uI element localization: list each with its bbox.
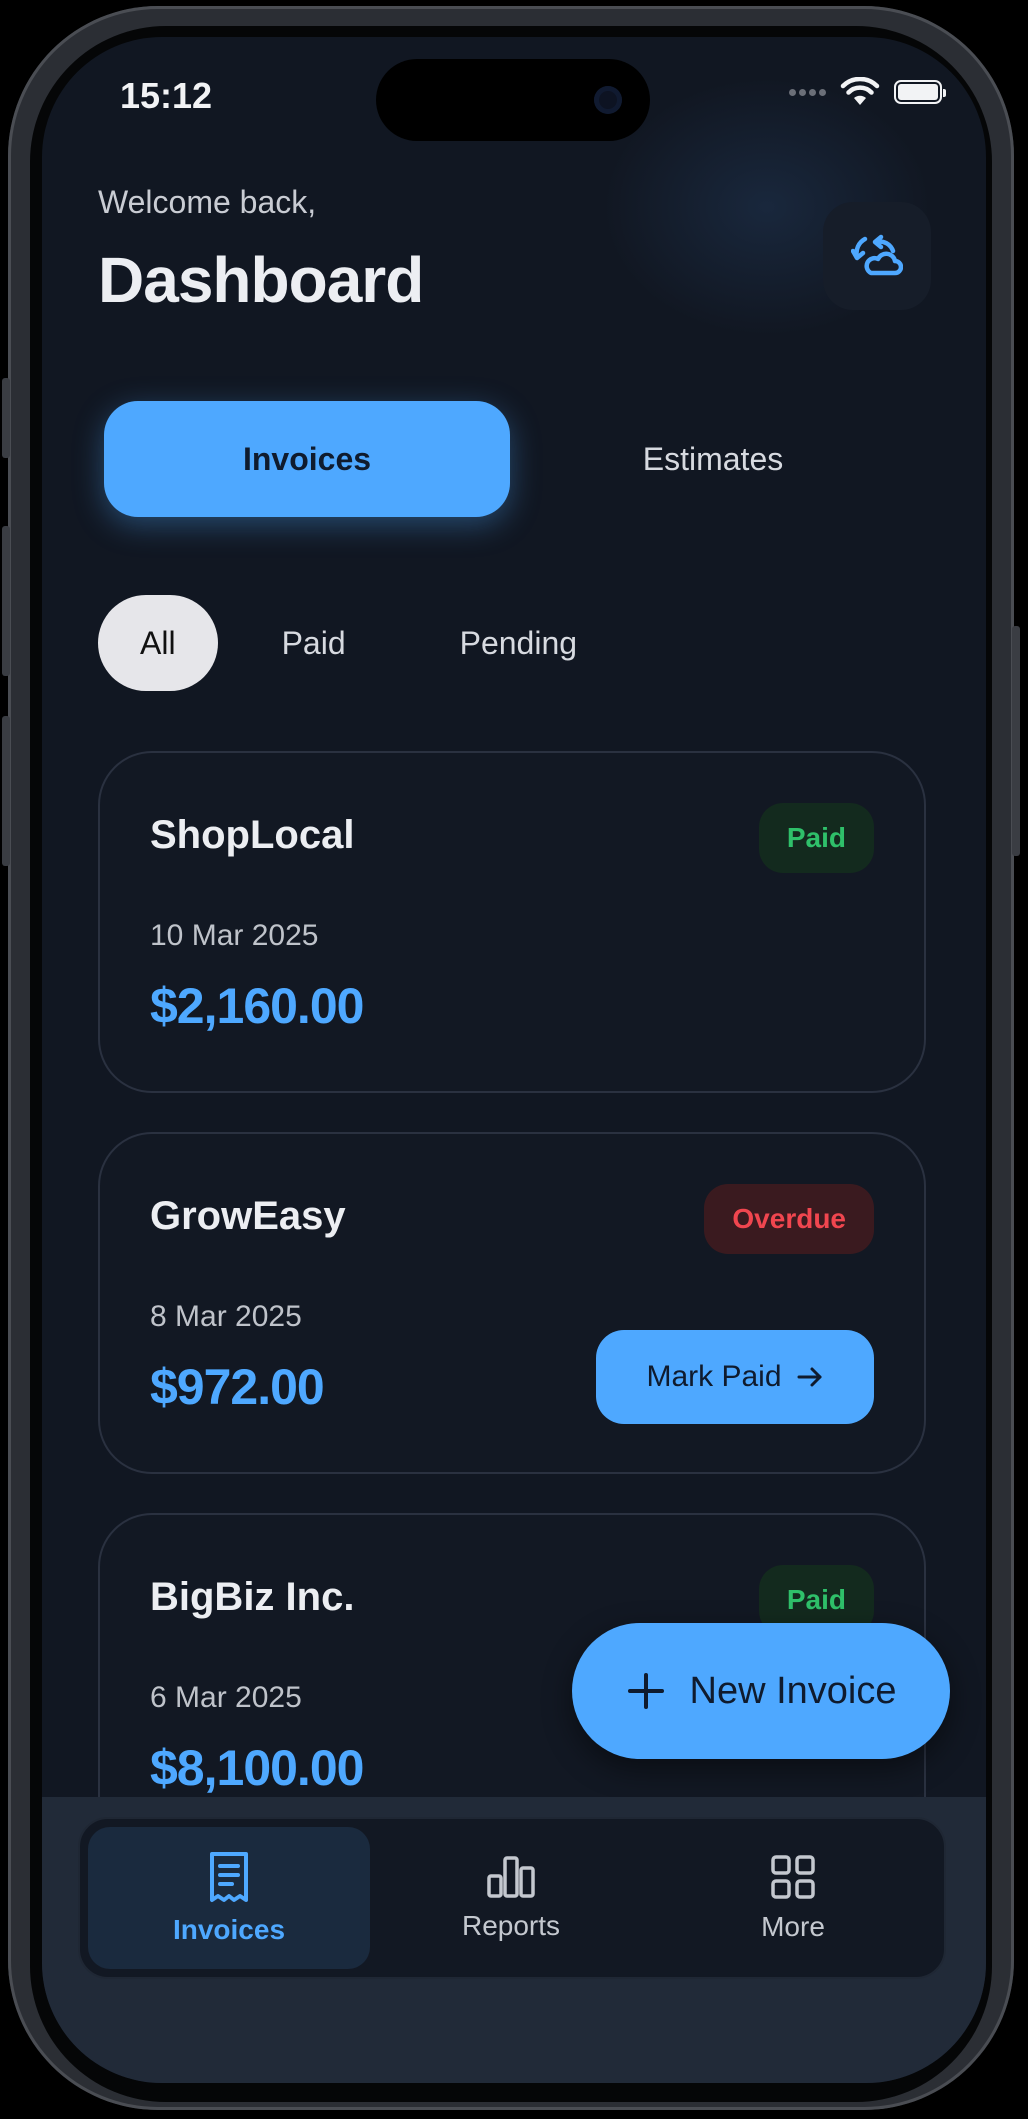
status-badge: Paid: [758, 803, 874, 873]
client-name: GrowEasy: [150, 1194, 346, 1238]
arrow-right-icon: [797, 1367, 822, 1387]
status-indicators: [789, 77, 946, 107]
screen: 15:12 Welcome back, Dashboard Invoices E…: [42, 37, 986, 2083]
camera-icon: [594, 86, 622, 114]
new-invoice-button[interactable]: New Invoice: [572, 1623, 950, 1759]
nav-more-label: More: [761, 1911, 825, 1942]
cloud-sync-icon: [851, 234, 903, 276]
status-time: 15:12: [120, 75, 213, 116]
volume-up-button: [2, 526, 10, 676]
invoice-card[interactable]: ShopLocal Paid 10 Mar 2025 $2,160.00: [98, 751, 926, 1093]
filter-chips: All Paid Pending: [98, 595, 627, 691]
status-badge: Overdue: [704, 1184, 874, 1254]
volume-down-button: [2, 716, 10, 866]
welcome-text: Welcome back,: [98, 184, 317, 220]
battery-icon: [894, 80, 946, 104]
mark-paid-button[interactable]: Mark Paid: [596, 1330, 874, 1424]
filter-all[interactable]: All: [98, 595, 218, 691]
client-name: ShopLocal: [150, 813, 355, 857]
mark-paid-label: Mark Paid: [646, 1360, 782, 1393]
nav-reports[interactable]: Reports: [370, 1827, 652, 1969]
wifi-icon: [840, 77, 880, 105]
tab-estimates[interactable]: Estimates: [510, 401, 916, 517]
filter-pending[interactable]: Pending: [410, 595, 627, 691]
grid-icon: [771, 1855, 815, 1899]
client-name: BigBiz Inc.: [150, 1575, 355, 1619]
plus-icon: [627, 1673, 664, 1709]
nav-more[interactable]: More: [652, 1827, 934, 1969]
tab-invoices[interactable]: Invoices: [104, 401, 510, 517]
dynamic-island: [376, 59, 650, 141]
invoice-amount: $8,100.00: [150, 1740, 364, 1796]
nav-invoices-label: Invoices: [172, 1914, 286, 1945]
sync-button[interactable]: [823, 202, 931, 310]
nav-invoices[interactable]: Invoices: [88, 1827, 370, 1969]
signal-icon: [789, 88, 826, 96]
page-title: Dashboard: [98, 244, 424, 316]
invoice-date: 10 Mar 2025: [150, 919, 319, 952]
power-button: [1012, 626, 1020, 856]
invoice-date: 8 Mar 2025: [150, 1300, 302, 1333]
nav-reports-label: Reports: [461, 1910, 561, 1941]
new-invoice-label: New Invoice: [689, 1669, 897, 1712]
invoice-date: 6 Mar 2025: [150, 1681, 302, 1714]
action-button: [2, 378, 10, 458]
invoice-card[interactable]: GrowEasy Overdue 8 Mar 2025 $972.00 Mark…: [98, 1132, 926, 1474]
invoice-amount: $2,160.00: [150, 978, 364, 1034]
invoice-amount: $972.00: [150, 1359, 325, 1415]
invoices-estimates-toggle: Invoices Estimates: [104, 401, 914, 519]
bar-chart-icon: [487, 1856, 535, 1898]
receipt-icon: [210, 1852, 248, 1902]
filter-paid[interactable]: Paid: [232, 595, 396, 691]
bottom-navigation: Invoices Reports More: [78, 1817, 946, 1979]
